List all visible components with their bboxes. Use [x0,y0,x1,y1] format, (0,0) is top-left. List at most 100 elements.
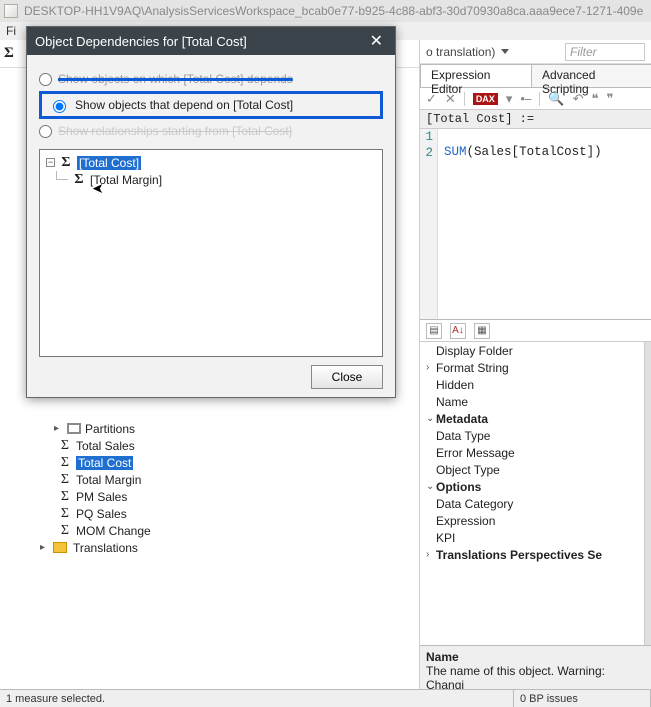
expression-header: [Total Cost] := [420,110,651,129]
categorize-icon[interactable]: ▤ [426,323,442,339]
expand-icon[interactable]: ▸ [52,423,61,434]
property-name: Format String [436,361,644,375]
property-name: Error Message [436,446,644,460]
tree-measure[interactable]: PM Sales [76,490,127,504]
property-name: Translations Perspectives Se [436,548,644,562]
property-row[interactable]: Data Type [420,427,644,444]
property-name: Expression [436,514,644,528]
opt-dependents[interactable]: Show objects that depend on [Total Cost] [75,98,293,112]
property-name: Hidden [436,378,644,392]
status-selection: 1 measure selected. [0,690,514,707]
property-name: Name [436,395,644,409]
property-row[interactable]: Expression [420,512,644,529]
dax-badge[interactable]: DAX [473,93,498,105]
tree-translations[interactable]: Translations [73,541,138,555]
expand-icon[interactable]: ▸ [38,542,47,553]
property-row[interactable]: Hidden [420,376,644,393]
tree-measure[interactable]: Total Sales [76,439,135,453]
expression-editor[interactable]: 12 SUM(Sales[TotalCost]) [420,129,651,319]
menu-item-file[interactable]: Fi [6,24,16,38]
tab-advanced-scripting[interactable]: Advanced Scripting [531,64,651,87]
dep-child[interactable]: [Total Margin] [90,173,162,187]
property-row[interactable]: Object Type [420,461,644,478]
sigma-icon: Σ [4,45,14,62]
search-icon[interactable]: 🔍 [548,91,564,107]
property-row[interactable]: ›Format String [420,359,644,376]
opt-depend-highlight: Show objects that depend on [Total Cost] [39,91,383,119]
filter-input[interactable]: Filter [565,43,645,61]
chevron-down-icon[interactable]: ▾ [506,91,513,107]
property-row[interactable]: Data Category [420,495,644,512]
sigma-icon: Σ [59,155,73,171]
undo-icon[interactable]: ↶ [573,91,584,107]
caret-icon[interactable]: › [426,549,436,560]
partitions-icon [67,423,81,434]
property-row[interactable]: Display Folder [420,342,644,359]
status-bp: 0 BP issues [514,690,651,707]
dependencies-dialog: Object Dependencies for [Total Cost] ✕ S… [26,26,396,398]
sigma-icon: Σ [58,489,72,505]
sigma-icon: Σ [58,472,72,488]
property-grid: ▤ A↓ ▦ Display Folder›Format StringHidde… [420,319,651,689]
property-icon[interactable]: •⎯ [520,91,531,107]
model-tree[interactable]: ▸ Partitions ΣTotal Sales ΣTotal Cost ΣT… [30,420,415,556]
right-pane: o translation) Filter Expression Editor … [420,40,651,689]
tree-partitions[interactable]: Partitions [85,422,135,436]
tree-measure[interactable]: Total Cost [76,456,133,470]
line-gutter: 12 [420,129,438,319]
code-fn: SUM [444,145,467,159]
property-row[interactable]: Error Message [420,444,644,461]
property-name: Data Category [436,497,644,511]
comment-icon[interactable]: ❝ [592,91,599,107]
close-icon[interactable]: ✕ [366,31,387,51]
folder-icon [53,542,67,553]
property-row[interactable]: ⌄Metadata [420,410,644,427]
property-description: Name The name of this object. Warning: C… [420,645,651,689]
caret-icon[interactable]: ⌄ [426,481,436,492]
collapse-icon[interactable]: − [46,158,55,167]
property-row[interactable]: ⌄Options [420,478,644,495]
sort-az-icon[interactable]: A↓ [450,323,466,339]
property-name: Display Folder [436,344,644,358]
app-icon [4,4,18,18]
dialog-title: Object Dependencies for [Total Cost] [35,34,247,49]
sigma-icon: Σ [58,523,72,539]
property-name: Data Type [436,429,644,443]
radio-depends-on[interactable] [39,73,52,86]
property-name: Metadata [436,412,644,426]
chevron-down-icon[interactable] [499,46,511,58]
sigma-icon: Σ [58,455,72,471]
expr-tabstrip: Expression Editor Advanced Scripting [420,64,651,88]
opt-relationships[interactable]: Show relationships starting from [Total … [58,124,292,138]
property-name: Options [436,480,644,494]
dependency-tree[interactable]: − Σ [Total Cost] Σ [Total Margin] ➤ [39,149,383,357]
grid-icon[interactable]: ▦ [474,323,490,339]
tree-measure[interactable]: MOM Change [76,524,151,538]
translation-dropdown[interactable]: o translation) [426,45,495,59]
app-titlebar: DESKTOP-HH1V9AQ\AnalysisServicesWorkspac… [0,0,651,22]
radio-dependents[interactable] [53,100,66,113]
tree-measure[interactable]: PQ Sales [76,507,127,521]
opt-depends-on[interactable]: Show objects on which [Total Cost] depen… [58,72,293,86]
tree-measure[interactable]: Total Margin [76,473,141,487]
caret-icon[interactable]: › [426,362,436,373]
property-row[interactable]: ›Translations Perspectives Se [420,546,644,563]
property-row[interactable]: Name [420,393,644,410]
property-name: KPI [436,531,644,545]
sigma-icon: Σ [72,172,86,188]
status-bar: 1 measure selected. 0 BP issues [0,689,651,707]
radio-relationships[interactable] [39,125,52,138]
property-list[interactable]: Display Folder›Format StringHiddenName⌄M… [420,342,644,645]
window-title: DESKTOP-HH1V9AQ\AnalysisServicesWorkspac… [24,4,643,18]
close-button[interactable]: Close [311,365,383,389]
scrollbar[interactable] [644,342,651,645]
uncomment-icon[interactable]: ❞ [607,91,614,107]
sigma-icon: Σ [58,438,72,454]
tab-expression-editor[interactable]: Expression Editor [420,64,532,87]
property-name: Object Type [436,463,644,477]
sigma-icon: Σ [58,506,72,522]
dep-root[interactable]: [Total Cost] [77,156,141,170]
property-row[interactable]: KPI [420,529,644,546]
caret-icon[interactable]: ⌄ [426,413,436,424]
dialog-titlebar[interactable]: Object Dependencies for [Total Cost] ✕ [27,27,395,55]
